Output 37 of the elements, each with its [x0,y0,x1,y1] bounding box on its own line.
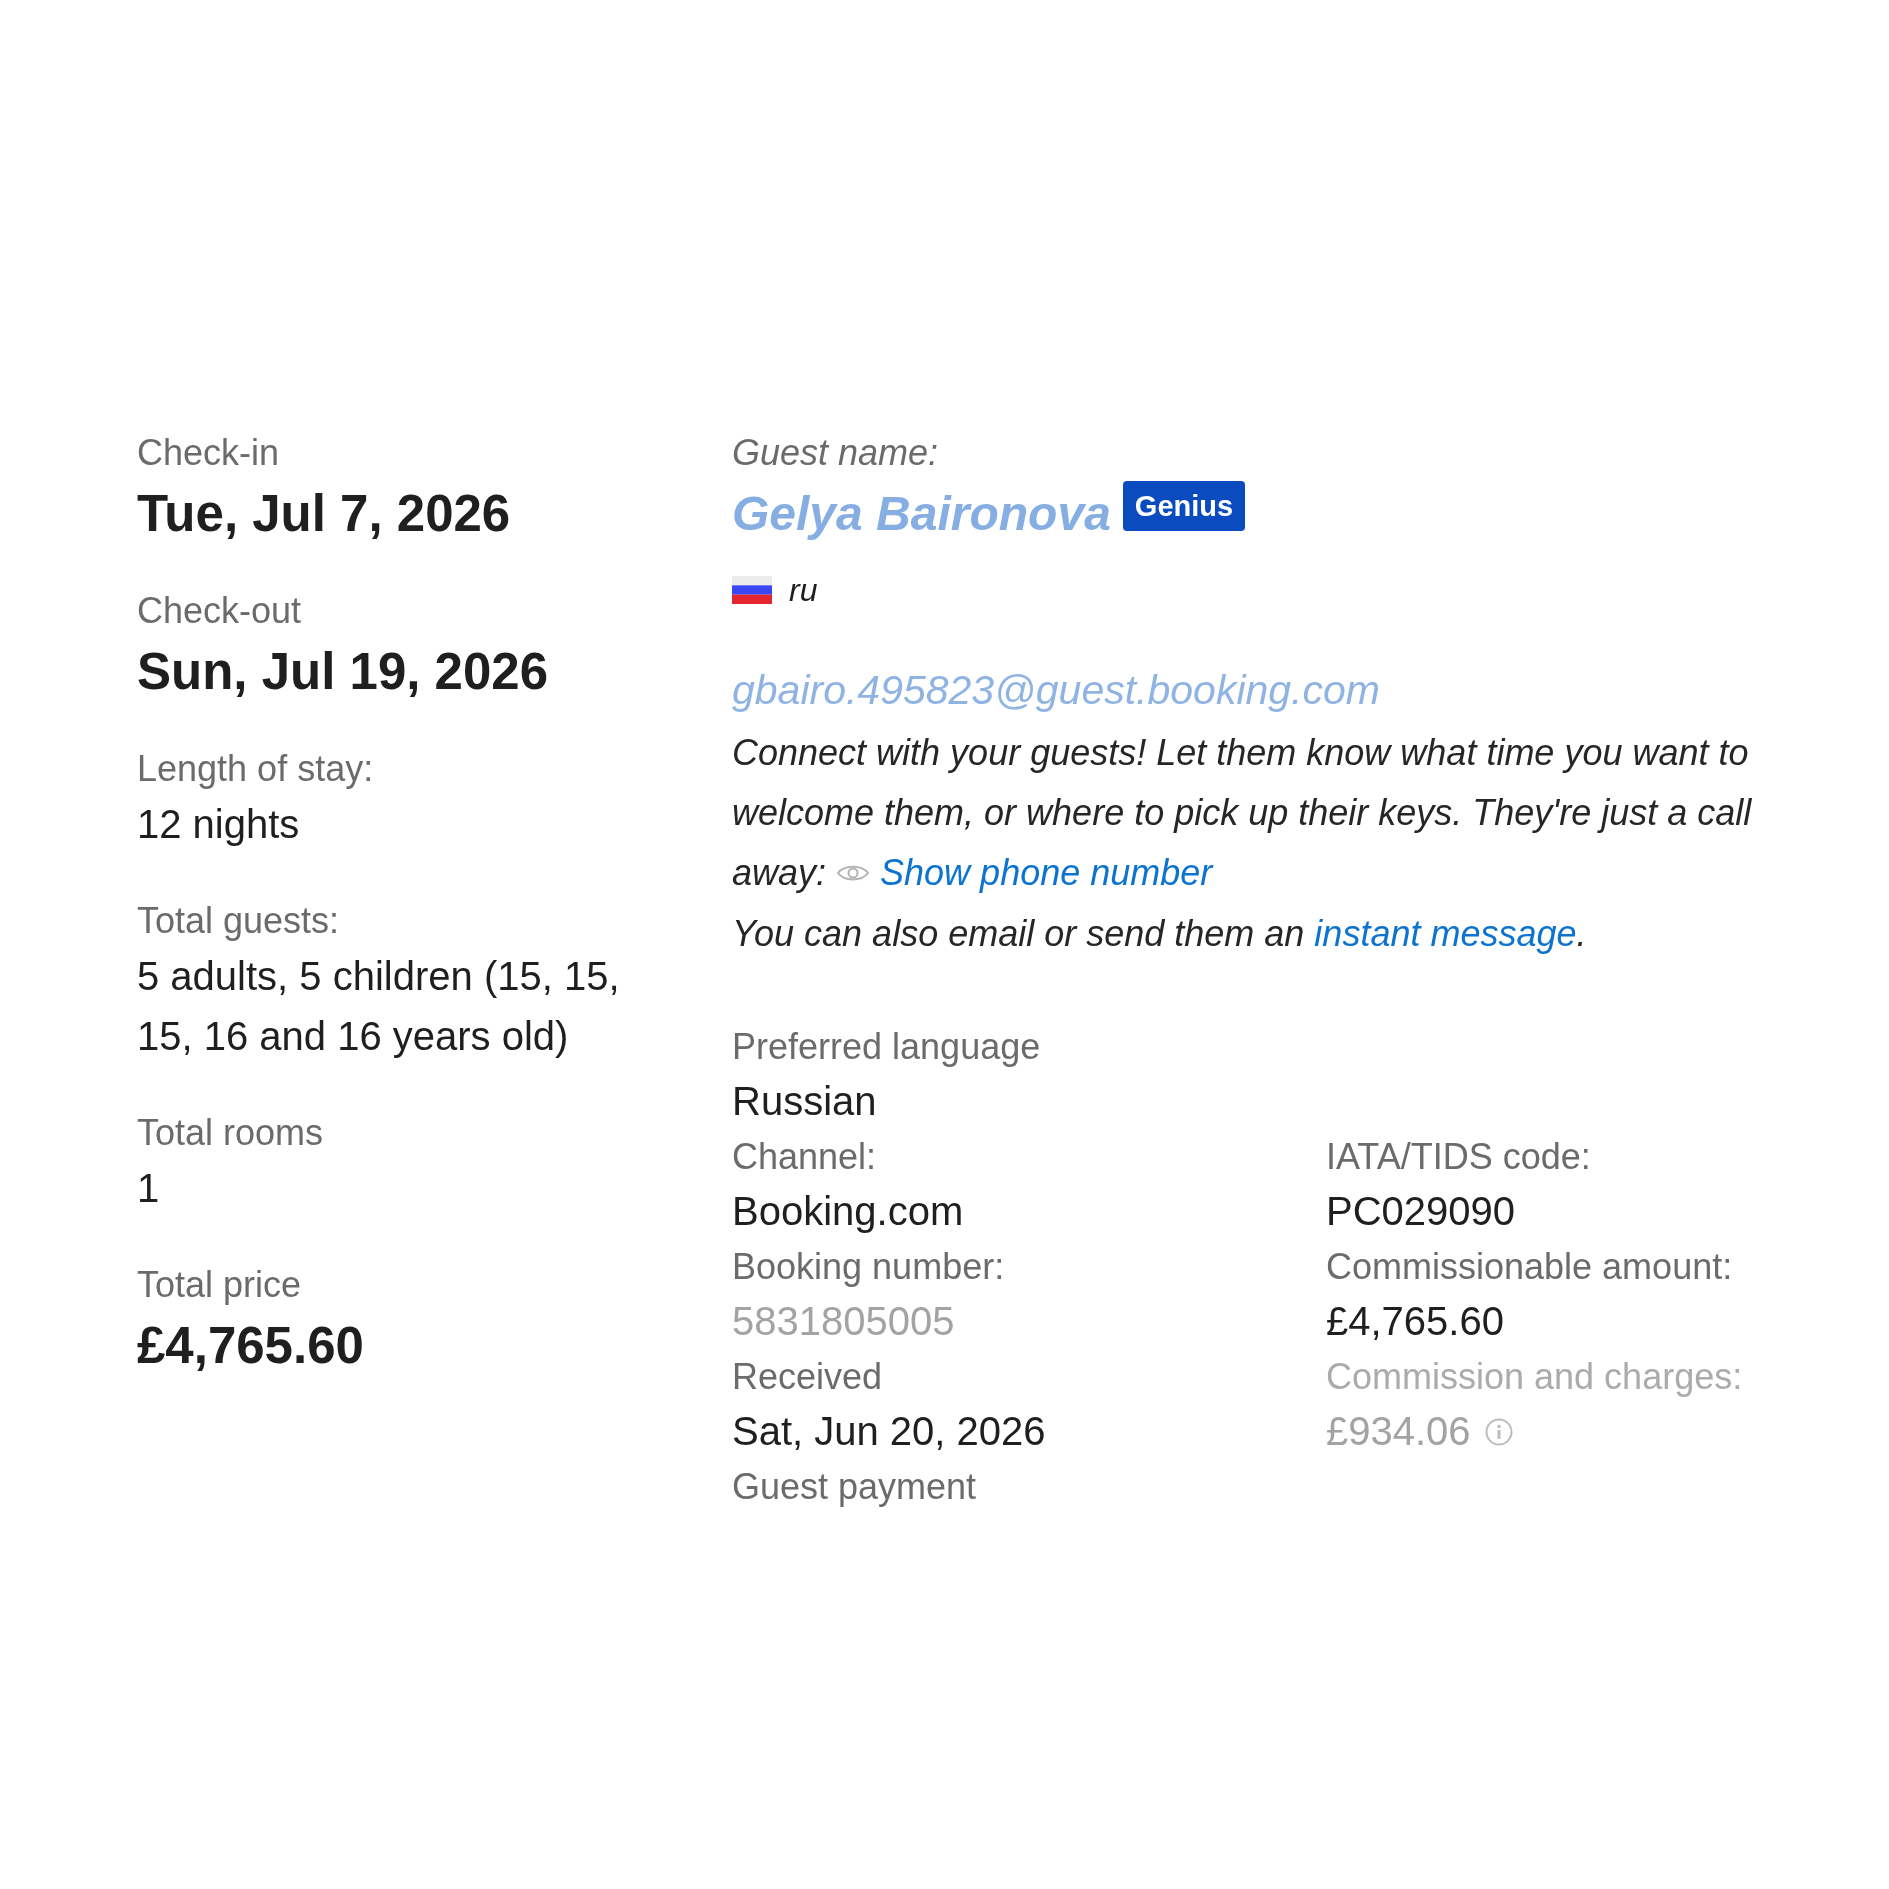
field-label: Total guests: [137,899,341,943]
field-value: Tue, Jul 7, 2026 [137,484,512,544]
field-label: Received [732,1355,883,1399]
field-label: Commission and charges: [1326,1355,1743,1399]
field-value: £4,765.60 [1326,1298,1504,1345]
field-label: Length of stay: [137,747,375,791]
message-paragraph: You can also email or send them an instant message. [732,912,1588,956]
field-label: Check-in [137,431,281,475]
field-label: Booking number: [732,1245,1005,1289]
field-value: Russian [732,1078,877,1125]
field-value: 12 nights [137,801,301,848]
field-value: Sat, Jun 20, 2026 [732,1408,1046,1455]
field-value: Booking.com [732,1188,964,1235]
field-label: Check-out [137,589,303,633]
field-label: Commissionable amount: [1326,1245,1733,1289]
field-label: Preferred language [732,1025,1041,1069]
field-value: 5831805005 [732,1298,955,1345]
field-value: PC029090 [1326,1188,1516,1235]
eye-icon [836,863,871,883]
field-value: £4,765.60 [137,1316,365,1376]
field-label: Total price [137,1263,303,1307]
field-value: £934.06 [1326,1408,1471,1455]
guest-email: gbairo.495823@guest.booking.com [732,666,1380,715]
field-label: Guest payment [732,1465,977,1509]
instant-message-link[interactable]: instant message [1314,913,1577,954]
guest-name-label: Guest name: [732,431,940,475]
flag-icon [732,576,772,604]
field-value: Sun, Jul 19, 2026 [137,642,550,702]
field-label: Total rooms [137,1111,325,1155]
genius-badge: Genius [1122,481,1246,531]
field-label: Channel: [732,1135,877,1179]
guest-name: Gelya Baironova [732,486,1111,542]
field-label: IATA/TIDS code: [1326,1135,1591,1179]
field-value: 5 adults, 5 children (15, 15, 15, 16 and 16 years old) [137,953,621,1060]
language-code: ru [789,571,818,610]
field-value: 1 [137,1165,161,1212]
show-phone-link[interactable]: Show phone number [880,852,1213,893]
